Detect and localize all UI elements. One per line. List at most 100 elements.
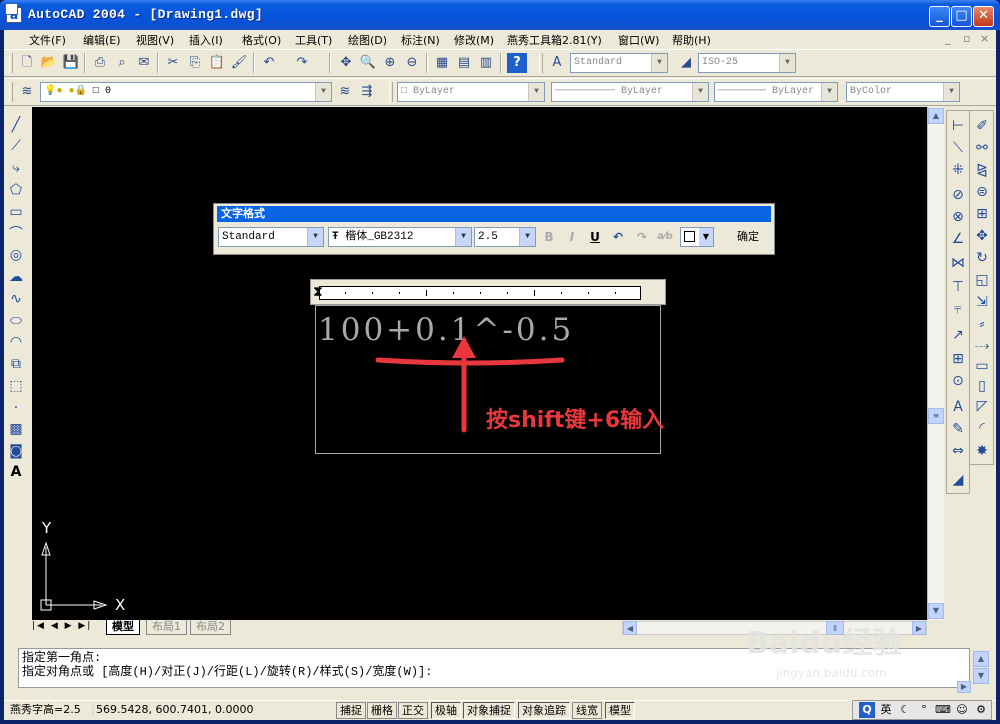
plot-style-select[interactable]: ByColor ▼ — [846, 82, 960, 102]
cut-icon[interactable]: ✂ — [163, 53, 183, 73]
chevron-down-icon[interactable]: ▼ — [651, 54, 667, 72]
cmd-scroll-down-icon[interactable]: ▼ — [973, 668, 989, 684]
maximize-button[interactable]: □ — [951, 6, 972, 27]
tab-layout1[interactable]: 布局1 — [146, 620, 187, 635]
open-file-icon[interactable]: 📂 — [39, 53, 59, 73]
text-style-select[interactable]: Standard ▼ — [570, 53, 668, 73]
make-current-layer-icon[interactable]: ≋ — [335, 82, 355, 102]
match-properties-icon[interactable]: 🖌 — [229, 53, 249, 73]
baseline-dimension-icon[interactable]: ⊤ — [947, 277, 969, 298]
dimension-text-edit-icon[interactable]: ✎ — [947, 419, 969, 440]
ime-lang-toggle[interactable]: 英 — [878, 702, 894, 718]
aligned-dimension-icon[interactable]: ⟍ — [947, 138, 969, 159]
offset-icon[interactable]: ⊜ — [971, 182, 993, 203]
scale-icon[interactable]: ◱ — [971, 270, 993, 291]
mtext-style-select[interactable]: Standard ▼ — [218, 227, 324, 247]
dimension-update-icon[interactable]: ⇔ — [947, 441, 969, 462]
scroll-thumb[interactable]: ≡ — [928, 408, 944, 424]
linetype-select[interactable]: ────────── ByLayer ▼ — [551, 82, 709, 102]
menu-dimension[interactable]: 标注(N) — [401, 32, 440, 48]
dimension-edit-icon[interactable]: A — [947, 397, 969, 418]
zoom-window-icon[interactable]: ⊕ — [380, 53, 400, 73]
dim-style-icon[interactable]: ◢ — [676, 53, 696, 73]
menu-edit[interactable]: 编辑(E) — [83, 32, 121, 48]
scroll-left-icon[interactable]: ◀ — [623, 621, 637, 635]
ime-settings-icon[interactable]: ⚙ — [973, 702, 989, 718]
ellipse-icon[interactable]: ⬭ — [5, 311, 27, 332]
document-icon[interactable] — [5, 3, 18, 15]
construction-line-icon[interactable]: ⟋ — [5, 136, 27, 157]
ortho-toggle[interactable]: 正交 — [398, 702, 428, 719]
toolbar-grip[interactable] — [539, 53, 543, 73]
punctuation-icon[interactable]: ° — [916, 702, 932, 718]
line-icon[interactable]: ╱ — [5, 115, 27, 136]
chevron-down-icon[interactable]: ▼ — [528, 83, 544, 101]
radius-dimension-icon[interactable]: ⊘ — [947, 185, 969, 206]
tolerance-icon[interactable]: ⊞ — [947, 349, 969, 370]
doc-minimize-icon[interactable]: _ — [945, 32, 951, 45]
grid-toggle[interactable]: 栅格 — [367, 702, 397, 719]
rotate-icon[interactable]: ↻ — [971, 248, 993, 269]
chevron-down-icon[interactable]: ▼ — [307, 228, 323, 246]
continue-dimension-icon[interactable]: ⫧ — [947, 299, 969, 320]
copy-object-icon[interactable]: ⚯ — [971, 138, 993, 159]
underline-button[interactable]: U — [586, 228, 604, 246]
bold-button[interactable]: B — [540, 228, 558, 246]
publish-icon[interactable]: ✉ — [134, 53, 154, 73]
color-select[interactable]: □ ByLayer ▼ — [397, 82, 545, 102]
menu-modify[interactable]: 修改(M) — [454, 32, 494, 48]
stretch-icon[interactable]: ⇲ — [971, 292, 993, 313]
save-icon[interactable]: 💾 — [61, 53, 81, 73]
italic-button[interactable]: I — [563, 228, 581, 246]
design-center-icon[interactable]: ▤ — [454, 53, 474, 73]
chevron-down-icon[interactable]: ▼ — [779, 54, 795, 72]
stack-icon[interactable]: a⁄b — [656, 228, 674, 246]
multiline-text-icon[interactable]: A — [5, 462, 27, 483]
redo-icon[interactable]: ↷ — [633, 228, 651, 246]
revision-cloud-icon[interactable]: ☁ — [5, 267, 27, 288]
layer-select[interactable]: 💡● ●🔒 □ 0 ▼ — [40, 82, 332, 102]
print-icon[interactable]: ⎙ — [90, 53, 110, 73]
layer-previous-icon[interactable]: ⇶ — [357, 82, 377, 102]
extend-icon[interactable]: ⤏ — [971, 336, 993, 357]
menu-yanxiu-toolbox[interactable]: 燕秀工具箱2.81(Y) — [507, 32, 602, 48]
paste-icon[interactable]: 📋 — [207, 53, 227, 73]
center-mark-icon[interactable]: ⊙ — [947, 371, 969, 392]
diameter-dimension-icon[interactable]: ⊗ — [947, 207, 969, 228]
print-preview-icon[interactable]: ⌕ — [112, 53, 132, 73]
chevron-down-icon[interactable]: ▼ — [821, 83, 837, 101]
vertical-scrollbar[interactable] — [927, 107, 944, 620]
rectangle-icon[interactable]: ▭ — [5, 202, 27, 223]
ime-logo-icon[interactable]: Q — [859, 702, 875, 718]
ordinate-dimension-icon[interactable]: ⁜ — [947, 160, 969, 181]
moon-icon[interactable]: ☾ — [897, 702, 913, 718]
circle-icon[interactable]: ◎ — [5, 245, 27, 266]
point-icon[interactable]: · — [5, 398, 27, 419]
menu-file[interactable]: 文件(F) — [29, 32, 66, 48]
break-icon[interactable]: ▯ — [971, 376, 993, 397]
polygon-icon[interactable]: ⬠ — [5, 180, 27, 201]
hatch-icon[interactable]: ▩ — [5, 419, 27, 440]
cmd-scroll-up-icon[interactable]: ▲ — [973, 651, 989, 667]
tab-nav-arrows[interactable]: |◀ ◀ ▶ ▶| — [32, 621, 102, 635]
menu-tools[interactable]: 工具(T) — [295, 32, 332, 48]
menu-window[interactable]: 窗口(W) — [618, 32, 659, 48]
toolbar-grip[interactable] — [9, 82, 13, 102]
chevron-down-icon[interactable]: ▼ — [692, 83, 708, 101]
array-icon[interactable]: ⊞ — [971, 204, 993, 225]
otrack-toggle[interactable]: 对象追踪 — [518, 702, 570, 719]
fillet-icon[interactable]: ◜ — [971, 418, 993, 439]
ellipse-arc-icon[interactable]: ◠ — [5, 332, 27, 353]
dimension-style-icon[interactable]: ◢ — [947, 470, 969, 491]
erase-icon[interactable]: ✐ — [971, 116, 993, 137]
menu-view[interactable]: 视图(V) — [136, 32, 174, 48]
scroll-down-icon[interactable]: ▼ — [928, 603, 944, 619]
mtext-font-select[interactable]: Ŧ 楷体_GB2312 ▼ — [328, 227, 472, 247]
menu-help[interactable]: 帮助(H) — [672, 32, 711, 48]
break-at-point-icon[interactable]: ▭ — [971, 356, 993, 377]
linear-dimension-icon[interactable]: ⊢ — [947, 116, 969, 137]
doc-close-icon[interactable]: × — [980, 32, 989, 45]
polyline-icon[interactable]: ⤷ — [5, 158, 27, 179]
copy-icon[interactable]: ⎘ — [185, 53, 205, 73]
keyboard-icon[interactable]: ⌨ — [935, 702, 951, 718]
